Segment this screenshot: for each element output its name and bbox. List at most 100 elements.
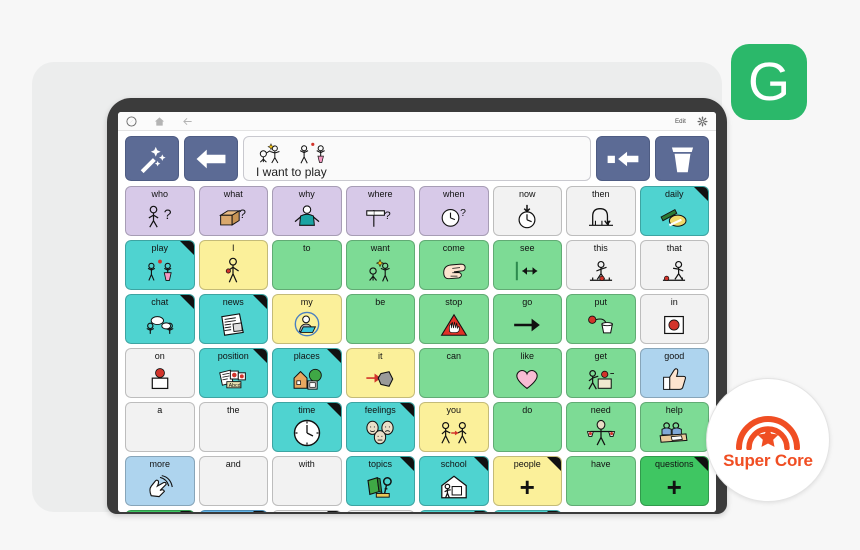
- two-people-desk-icon: [641, 415, 709, 451]
- compass-icon[interactable]: [126, 115, 137, 127]
- grid-cell-daily[interactable]: daily: [639, 186, 709, 236]
- cell-label: come: [442, 243, 465, 253]
- grid-cell-what[interactable]: what?: [198, 186, 268, 236]
- grid-cell-like[interactable]: like: [492, 348, 562, 398]
- person-scales-icon: [567, 415, 635, 451]
- grid-cell-then[interactable]: then: [566, 186, 636, 236]
- cell-label: places: [293, 351, 320, 361]
- grid-cell-get[interactable]: get: [566, 348, 636, 398]
- brand-letter: G: [747, 52, 790, 112]
- grid-cell-where[interactable]: where?: [345, 186, 415, 236]
- grid-cell-that[interactable]: that: [639, 240, 709, 290]
- signpost-question-icon: ?: [347, 199, 415, 235]
- svg-text:?: ?: [460, 207, 466, 219]
- grid-cell-want[interactable]: want: [345, 240, 415, 290]
- ball-on-box-icon: [126, 361, 194, 397]
- grid-cell-have[interactable]: have: [566, 456, 636, 506]
- edit-button[interactable]: Edit: [675, 118, 686, 125]
- no-icon: [494, 415, 562, 451]
- grid-cell-more[interactable]: more: [125, 456, 195, 506]
- back-arrow-icon[interactable]: [182, 116, 193, 127]
- cell-label: you: [446, 405, 461, 415]
- grid-cell-come[interactable]: come: [419, 240, 489, 290]
- back-button[interactable]: [184, 136, 238, 181]
- grid-cell-can[interactable]: can: [419, 348, 489, 398]
- grid-cell-help[interactable]: help: [639, 402, 709, 452]
- grid-cell-my[interactable]: my: [272, 294, 342, 344]
- grid-cell-you[interactable]: you: [419, 402, 489, 452]
- grid-cell-a[interactable]: a: [125, 402, 195, 452]
- prediction-wand-button[interactable]: [125, 136, 179, 181]
- grid-cell-and[interactable]: and: [198, 456, 268, 506]
- sentence-bar[interactable]: I want to play: [243, 136, 591, 181]
- gear-icon[interactable]: [697, 115, 708, 127]
- grid-cell-not[interactable]: not: [345, 510, 415, 512]
- grid-cell-in[interactable]: in: [639, 294, 709, 344]
- grid-cell-when[interactable]: when?: [419, 186, 489, 236]
- cell-label: it: [378, 351, 383, 361]
- no-icon: [200, 469, 268, 505]
- super-core-wordmark: Super Core: [723, 450, 813, 470]
- clear-button[interactable]: [655, 136, 709, 181]
- school-house-icon: [420, 469, 488, 505]
- grid-cell-do[interactable]: do: [492, 402, 562, 452]
- grid-cell-actions[interactable]: actions+: [125, 510, 195, 512]
- ball-into-cup-icon: [567, 307, 635, 343]
- grid-cell-describe[interactable]: describe+: [198, 510, 268, 512]
- sentence-text: I want to play: [256, 165, 327, 179]
- shrug-person-icon: [273, 199, 341, 235]
- grid-cell-questions[interactable]: questions +: [639, 456, 709, 506]
- grid-cell-chat[interactable]: chat: [125, 294, 195, 344]
- grid-cell-be[interactable]: be: [345, 294, 415, 344]
- grid-cell-position[interactable]: position Abcd: [198, 348, 268, 398]
- os-left-icons: [126, 115, 193, 127]
- grid-cell-it[interactable]: it: [345, 348, 415, 398]
- grid-cell-i[interactable]: I: [198, 240, 268, 290]
- cell-label: more: [149, 459, 170, 469]
- grid-cell-with[interactable]: with: [272, 456, 342, 506]
- cell-label: do: [522, 405, 533, 415]
- backspace-icon: [607, 151, 639, 166]
- grid-cell-little-words[interactable]: little words+: [272, 510, 342, 512]
- stop-hand-icon: [420, 307, 488, 343]
- no-icon: [420, 361, 488, 397]
- grid-cell-stop[interactable]: stop: [419, 294, 489, 344]
- two-people-ball-icon: [126, 253, 194, 289]
- grid-cell-news[interactable]: news: [198, 294, 268, 344]
- grid-cell-topics[interactable]: topics: [345, 456, 415, 506]
- grid-cell-see[interactable]: see: [492, 240, 562, 290]
- position-cards-icon: Abcd: [200, 361, 268, 397]
- grid-cell-good[interactable]: good: [639, 348, 709, 398]
- grid-cell-time[interactable]: time: [272, 402, 342, 452]
- backspace-button[interactable]: [596, 136, 650, 181]
- grid-brand-badge: G: [731, 44, 807, 120]
- cell-label: questions: [654, 459, 694, 469]
- grid-cell-why[interactable]: why: [272, 186, 342, 236]
- grid-cell-play[interactable]: play: [125, 240, 195, 290]
- cell-label: who: [151, 189, 168, 199]
- cell-label: the: [226, 405, 240, 415]
- grid-cell-put[interactable]: put: [566, 294, 636, 344]
- grid-cell-to[interactable]: to: [272, 240, 342, 290]
- cell-label: need: [590, 405, 611, 415]
- grid-cell-need[interactable]: need: [566, 402, 636, 452]
- cell-label: when: [442, 189, 465, 199]
- grid-cell-go[interactable]: go: [492, 294, 562, 344]
- cell-label: then: [591, 189, 610, 199]
- cell-label: time: [298, 405, 316, 415]
- grid-cell-this[interactable]: this: [566, 240, 636, 290]
- grid-cell-people[interactable]: people +: [492, 456, 562, 506]
- grid-cell-places[interactable]: places: [272, 348, 342, 398]
- grid-cell-on[interactable]: on: [125, 348, 195, 398]
- grid-cell-now[interactable]: now: [492, 186, 562, 236]
- grid-cell-school[interactable]: school: [419, 456, 489, 506]
- grid-cell-feelings[interactable]: feelings: [345, 402, 415, 452]
- grid-cell-who[interactable]: who?: [125, 186, 195, 236]
- svg-text:Abcd: Abcd: [229, 382, 241, 388]
- grid-cell-the[interactable]: the: [198, 402, 268, 452]
- grid-cell-spelling[interactable]: spellingabc: [492, 510, 562, 512]
- cell-label: school: [440, 459, 467, 469]
- house-tree-icon: [273, 361, 341, 397]
- grid-cell-messages[interactable]: messages: [419, 510, 489, 512]
- home-icon[interactable]: [154, 116, 165, 127]
